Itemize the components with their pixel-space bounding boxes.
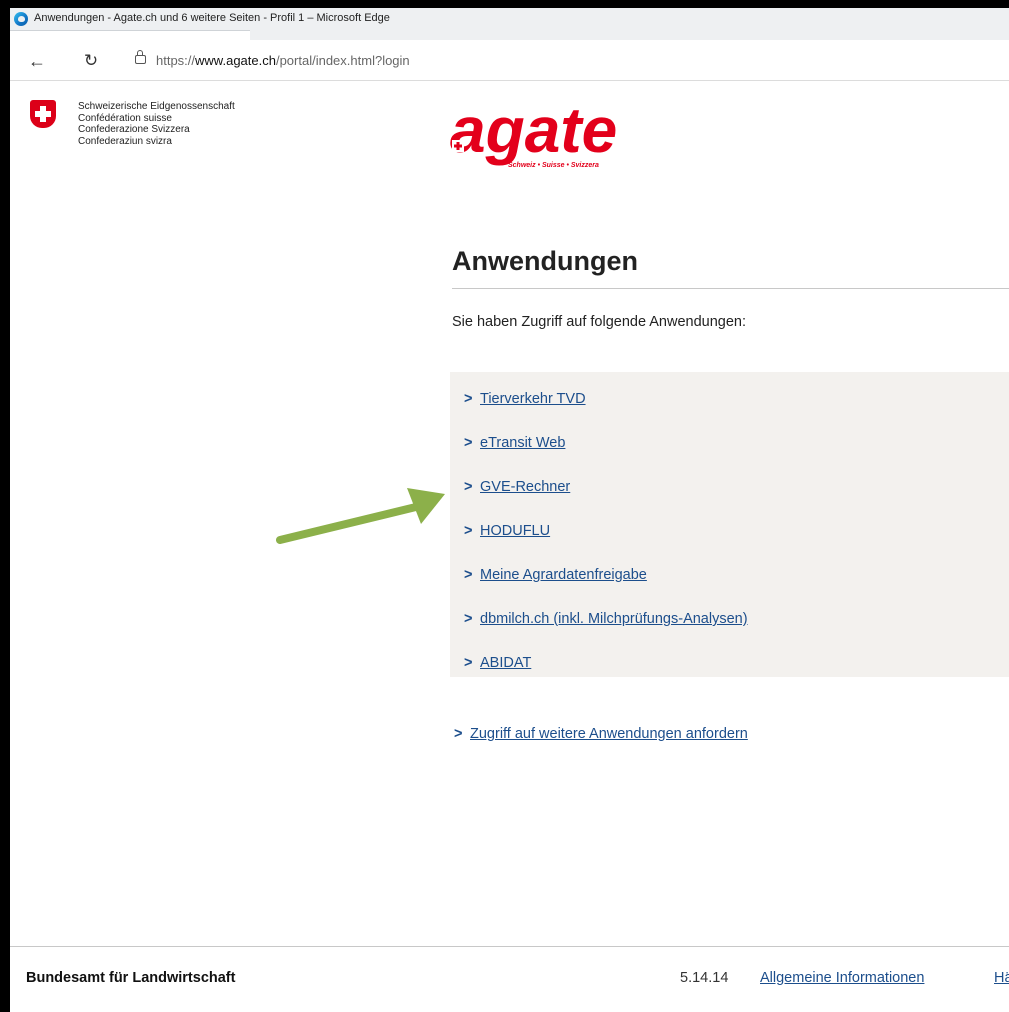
- app-link-tierverkehr-tvd[interactable]: > Tierverkehr TVD: [464, 391, 586, 411]
- chevron-right-icon: >: [464, 435, 473, 451]
- app-link-abidat[interactable]: > ABIDAT: [464, 655, 531, 675]
- url-domain: www.agate.ch: [195, 53, 276, 68]
- reload-icon[interactable]: ↻: [80, 50, 102, 72]
- agate-logo[interactable]: agate Schweiz • Suisse • Svizzera: [448, 94, 668, 174]
- footer-office-name: Bundesamt für Landwirtschaft: [26, 970, 236, 986]
- footer-version: 5.14.14: [680, 970, 729, 986]
- confederation-name: Schweizerische Eidgenossenschaft Confédé…: [78, 101, 235, 147]
- url-path: /portal/index.html?login: [275, 53, 410, 68]
- edge-browser-icon: [14, 12, 28, 26]
- application-list: > Tierverkehr TVD > eTransit Web > GVE-Rech…: [450, 372, 1009, 677]
- footer-divider: [10, 946, 1009, 947]
- intro-text: Sie haben Zugriff auf folgende Anwendung…: [452, 314, 746, 330]
- window-title: Anwendungen - Agate.ch und 6 weitere Sei…: [34, 12, 390, 24]
- chevron-right-icon: >: [464, 391, 473, 407]
- annotation-arrow-icon: [276, 488, 445, 544]
- tab-strip[interactable]: [250, 30, 1009, 40]
- divider: [452, 288, 1009, 289]
- url-field[interactable]: https://www.agate.ch/portal/index.html?l…: [156, 53, 410, 68]
- app-link-gve-rechner[interactable]: > GVE-Rechner: [464, 479, 570, 499]
- swiss-coat-of-arms-icon: [30, 100, 56, 128]
- app-link-dbmilch[interactable]: > dbmilch.ch (inkl. Milchprüfungs-Analyse…: [464, 611, 748, 631]
- page-title: Anwendungen: [452, 246, 638, 276]
- title-bar: Anwendungen - Agate.ch und 6 weitere Sei…: [10, 8, 1009, 31]
- address-bar: ← ↻ https://www.agate.ch/portal/index.ht…: [10, 40, 1009, 81]
- back-arrow-icon[interactable]: ←: [26, 50, 48, 72]
- request-more-access-link[interactable]: > Zugriff auf weitere Anwendungen anforde…: [454, 726, 748, 742]
- app-link-hoduflu[interactable]: > HODUFLU: [464, 523, 550, 543]
- footer-info-link[interactable]: Allgemeine Informationen: [760, 970, 924, 986]
- svg-text:agate: agate: [450, 94, 617, 166]
- lock-icon[interactable]: [135, 50, 146, 64]
- svg-text:Schweiz • Suisse • Svizzera: Schweiz • Suisse • Svizzera: [508, 162, 599, 169]
- chevron-right-icon: >: [454, 726, 463, 742]
- footer-cut-link[interactable]: Hä: [994, 970, 1009, 986]
- chevron-right-icon: >: [464, 523, 473, 539]
- chevron-right-icon: >: [464, 567, 473, 583]
- app-link-agrardatenfreigabe[interactable]: > Meine Agrardatenfreigabe: [464, 567, 647, 587]
- chevron-right-icon: >: [464, 611, 473, 627]
- chevron-right-icon: >: [464, 479, 473, 495]
- browser-window: Anwendungen - Agate.ch und 6 weitere Sei…: [10, 8, 1009, 1012]
- app-link-etransit-web[interactable]: > eTransit Web: [464, 435, 565, 455]
- chevron-right-icon: >: [464, 655, 473, 671]
